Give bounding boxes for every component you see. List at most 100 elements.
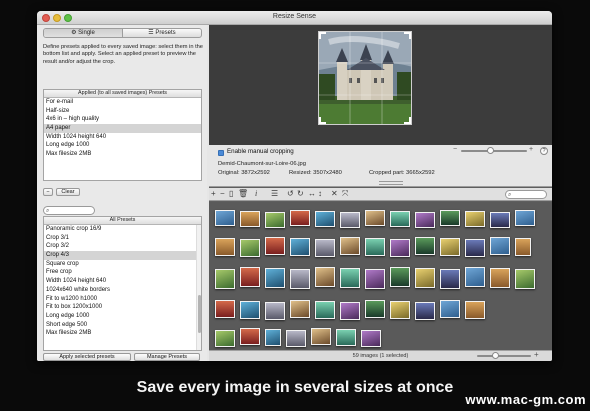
image-thumbnail[interactable] <box>240 301 260 319</box>
image-thumbnail[interactable] <box>440 300 460 318</box>
image-thumbnail[interactable] <box>390 267 410 287</box>
image-thumbnail[interactable] <box>340 237 360 255</box>
image-thumbnail[interactable] <box>515 210 535 226</box>
image-thumbnail[interactable] <box>365 300 385 318</box>
image-thumbnail[interactable] <box>265 329 281 346</box>
image-thumbnail[interactable] <box>390 239 410 257</box>
image-thumbnail[interactable] <box>365 210 385 226</box>
rotate-right-icon[interactable]: ↻ <box>297 189 304 199</box>
image-thumbnail[interactable] <box>311 328 331 345</box>
image-thumbnail[interactable] <box>465 239 485 257</box>
applied-preset-item[interactable]: Width 1024 height 640 <box>44 133 201 142</box>
image-thumbnail[interactable] <box>515 238 531 256</box>
splitter-handle[interactable] <box>379 181 403 185</box>
image-thumbnail[interactable] <box>490 268 510 288</box>
preset-item[interactable]: Max filesize 2MB <box>44 329 201 338</box>
apply-selected-presets-button[interactable]: Apply selected presets <box>43 353 131 361</box>
preset-item[interactable]: Panoramic crop 16/9 <box>44 225 201 234</box>
image-thumbnail[interactable] <box>215 238 235 256</box>
image-thumbnail[interactable] <box>465 301 485 319</box>
image-thumbnail[interactable] <box>390 301 410 319</box>
preset-item[interactable]: Free crop <box>44 268 201 277</box>
applied-preset-item[interactable]: Max filesize 2MB <box>44 150 201 159</box>
image-thumbnail[interactable] <box>465 267 485 287</box>
preset-item[interactable]: Width 1024 height 640 <box>44 277 201 286</box>
image-thumbnail[interactable] <box>415 268 435 288</box>
image-thumbnail[interactable] <box>265 302 285 320</box>
applied-preset-item[interactable]: Long edge 1000 <box>44 141 201 150</box>
zoom-slider-knob[interactable] <box>487 147 495 154</box>
preset-item[interactable]: Crop 3/2 <box>44 242 201 251</box>
document-icon[interactable]: ▯ <box>229 189 233 199</box>
preset-item[interactable]: Long edge 1000 <box>44 312 201 321</box>
crop-handle-top-left[interactable] <box>319 32 326 39</box>
image-thumbnail[interactable] <box>490 237 510 255</box>
applied-preset-item[interactable]: 4x6 in – high quality <box>44 115 201 124</box>
image-thumbnail[interactable] <box>415 237 435 255</box>
remove-preset-button[interactable]: − <box>43 188 53 196</box>
crop-handle-bottom-left[interactable] <box>319 117 326 124</box>
image-thumbnail[interactable] <box>415 212 435 228</box>
preset-item[interactable]: Crop 3/1 <box>44 234 201 243</box>
help-button[interactable]: ? <box>540 147 548 155</box>
tab-single[interactable]: ⚙ Single <box>44 29 123 37</box>
image-thumbnail[interactable] <box>390 211 410 227</box>
image-thumbnail[interactable] <box>336 329 356 346</box>
flip-vertical-icon[interactable]: ↕ <box>318 189 322 199</box>
add-icon[interactable]: + <box>211 189 216 199</box>
tab-presets[interactable]: ☰ Presets <box>123 29 201 37</box>
list-icon[interactable]: ☰ <box>271 189 278 199</box>
image-thumbnail[interactable] <box>286 330 306 347</box>
crop-handle-top-right[interactable] <box>404 32 411 39</box>
image-thumbnail[interactable] <box>340 268 360 288</box>
scrollbar[interactable] <box>196 225 201 350</box>
image-thumbnail[interactable] <box>365 238 385 256</box>
image-thumbnail[interactable] <box>215 210 235 226</box>
image-thumbnail[interactable] <box>340 212 360 228</box>
manual-crop-checkbox[interactable] <box>218 150 224 156</box>
image-thumbnail[interactable] <box>240 211 260 227</box>
applied-preset-item[interactable]: Half-size <box>44 107 201 116</box>
close-x-icon[interactable]: ✕ <box>331 189 338 199</box>
preset-item[interactable]: Short edge 500 <box>44 321 201 330</box>
image-thumbnail[interactable] <box>240 239 260 257</box>
preset-item[interactable]: Fit to box 1200x1000 <box>44 303 201 312</box>
clear-button[interactable]: Clear <box>56 188 80 196</box>
image-thumbnail[interactable] <box>240 328 260 345</box>
rotate-left-icon[interactable]: ↺ <box>287 189 294 199</box>
preset-item[interactable]: Crop 4/3 <box>44 251 201 260</box>
image-thumbnail[interactable] <box>290 210 310 226</box>
preset-item[interactable]: Fit to w1200 h1000 <box>44 295 201 304</box>
flip-horizontal-icon[interactable]: ↔ <box>308 189 316 199</box>
expand-icon[interactable]: ⤧ <box>342 189 348 199</box>
image-thumbnail[interactable] <box>265 268 285 288</box>
remove-icon[interactable]: − <box>220 189 225 199</box>
image-search-field[interactable]: ⌕ <box>505 190 547 199</box>
image-thumbnail[interactable] <box>415 302 435 320</box>
image-thumbnail[interactable] <box>315 211 335 227</box>
image-thumbnail[interactable] <box>465 211 485 227</box>
image-thumbnail[interactable] <box>440 269 460 289</box>
image-thumbnail[interactable] <box>215 300 235 318</box>
image-thumbnail[interactable] <box>290 238 310 256</box>
image-thumbnail[interactable] <box>315 239 335 257</box>
image-thumbnail[interactable] <box>290 269 310 289</box>
preset-search-field[interactable]: ⌕ <box>43 206 95 215</box>
preview-photo[interactable] <box>318 31 412 125</box>
image-thumbnail[interactable] <box>290 300 310 318</box>
info-icon[interactable]: i <box>255 189 257 199</box>
image-thumbnail[interactable] <box>440 210 460 226</box>
image-thumbnail[interactable] <box>240 267 260 287</box>
image-thumbnail[interactable] <box>361 330 381 347</box>
manage-presets-button[interactable]: Manage Presets <box>134 353 200 361</box>
image-thumbnail[interactable] <box>515 269 535 289</box>
image-thumbnail[interactable] <box>490 212 510 228</box>
thumbnail-size-slider[interactable] <box>477 355 531 357</box>
applied-preset-item[interactable]: A4 paper <box>44 124 201 133</box>
image-thumbnail[interactable] <box>340 302 360 320</box>
preset-item[interactable]: 1024x640 white borders <box>44 286 201 295</box>
image-thumbnail[interactable] <box>265 237 285 255</box>
image-thumbnail[interactable] <box>315 301 335 319</box>
image-thumbnail[interactable] <box>315 267 335 287</box>
image-thumbnail[interactable] <box>215 330 235 347</box>
